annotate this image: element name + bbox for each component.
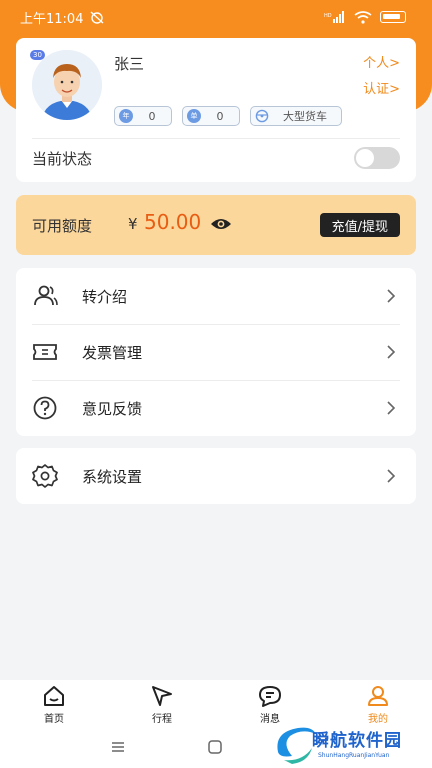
menu-label-referral: 转介绍: [82, 287, 128, 306]
watermark-logo: 瞬航软件园 ShunHangRuanJianYuan: [272, 722, 412, 768]
tab-home[interactable]: 首页: [0, 680, 108, 726]
menu-item-settings[interactable]: 系统设置: [16, 448, 416, 504]
home-icon: [44, 686, 64, 706]
chevron-right-icon: [387, 469, 396, 483]
watermark-title: 瞬航软件园: [312, 731, 402, 751]
balance-label: 可用额度: [32, 217, 93, 235]
avatar-badge: 30: [30, 50, 45, 60]
state-toggle[interactable]: [354, 147, 400, 169]
chevron-right-icon: [387, 401, 396, 415]
personal-link[interactable]: 个人>: [363, 52, 400, 71]
menu-item-referral[interactable]: 转介绍: [16, 268, 416, 324]
bottom-tab-bar: 首页 行程 消息 我的: [0, 680, 432, 726]
help-question-icon: [33, 396, 57, 420]
state-label: 当前状态: [32, 150, 93, 168]
user-avatar-icon: [32, 50, 102, 120]
menu-card: 转介绍 发票管理 意见反馈: [16, 268, 416, 436]
wifi-icon: [354, 10, 372, 24]
tag-orders-icon: 单: [187, 109, 201, 123]
chevron-right-icon: [387, 345, 396, 359]
steering-wheel-icon: [255, 109, 269, 123]
recharge-withdraw-button[interactable]: 充值/提现: [319, 213, 400, 237]
chevron-right-icon: [387, 289, 396, 303]
settings-card: 系统设置: [16, 448, 416, 504]
tab-messages[interactable]: 消息: [216, 680, 324, 726]
alarm-off-icon: [90, 11, 104, 24]
profile-card: 30 张三 个人> 认证> 年 0 单 0 大型货车 当前状态: [16, 38, 416, 182]
tag-years: 年 0: [114, 106, 172, 126]
referral-users-icon: [34, 285, 58, 306]
profile-tags: 年 0 单 0 大型货车: [114, 106, 342, 126]
tag-years-value: 0: [148, 109, 156, 123]
tag-vehicle-value: 大型货车: [283, 110, 327, 123]
tab-trips-label: 行程: [152, 714, 172, 725]
menu-item-invoice[interactable]: 发票管理: [16, 324, 416, 380]
tab-trips[interactable]: 行程: [108, 680, 216, 726]
home-square-icon[interactable]: [207, 739, 223, 755]
watermark-subtitle: ShunHangRuanJianYuan: [318, 752, 390, 759]
menu-icon[interactable]: [110, 739, 126, 755]
balance-card: 可用额度 ¥ 50.00 充值/提现: [16, 195, 416, 255]
user-profile-icon: [368, 686, 388, 706]
menu-label-feedback: 意见反馈: [82, 399, 143, 418]
balance-value: 50.00: [144, 210, 202, 234]
tab-mine[interactable]: 我的: [324, 680, 432, 726]
tag-orders: 单 0: [182, 106, 240, 126]
avatar[interactable]: [32, 50, 102, 120]
tag-orders-value: 0: [216, 109, 224, 123]
status-time: 上午11:04: [20, 11, 84, 27]
menu-label-settings: 系统设置: [82, 467, 143, 486]
signal-icon: HD: [324, 11, 344, 23]
svg-text:HD: HD: [324, 13, 332, 19]
profile-divider: [32, 138, 400, 139]
balance-currency: ¥: [128, 215, 138, 233]
status-bar: 上午11:04 HD: [0, 0, 432, 34]
tag-vehicle: 大型货车: [250, 106, 342, 126]
user-name: 张三: [114, 55, 145, 73]
message-bubble-icon: [259, 686, 281, 707]
menu-item-feedback[interactable]: 意见反馈: [16, 380, 416, 436]
gear-icon: [32, 464, 58, 488]
menu-label-invoice: 发票管理: [82, 343, 143, 362]
tag-years-icon: 年: [119, 109, 133, 123]
navigation-arrow-icon: [152, 686, 172, 706]
eye-icon[interactable]: [210, 216, 232, 232]
invoice-ticket-icon: [33, 344, 57, 360]
certify-link[interactable]: 认证>: [363, 78, 400, 97]
tab-home-label: 首页: [44, 714, 64, 725]
battery-icon: [380, 11, 406, 23]
